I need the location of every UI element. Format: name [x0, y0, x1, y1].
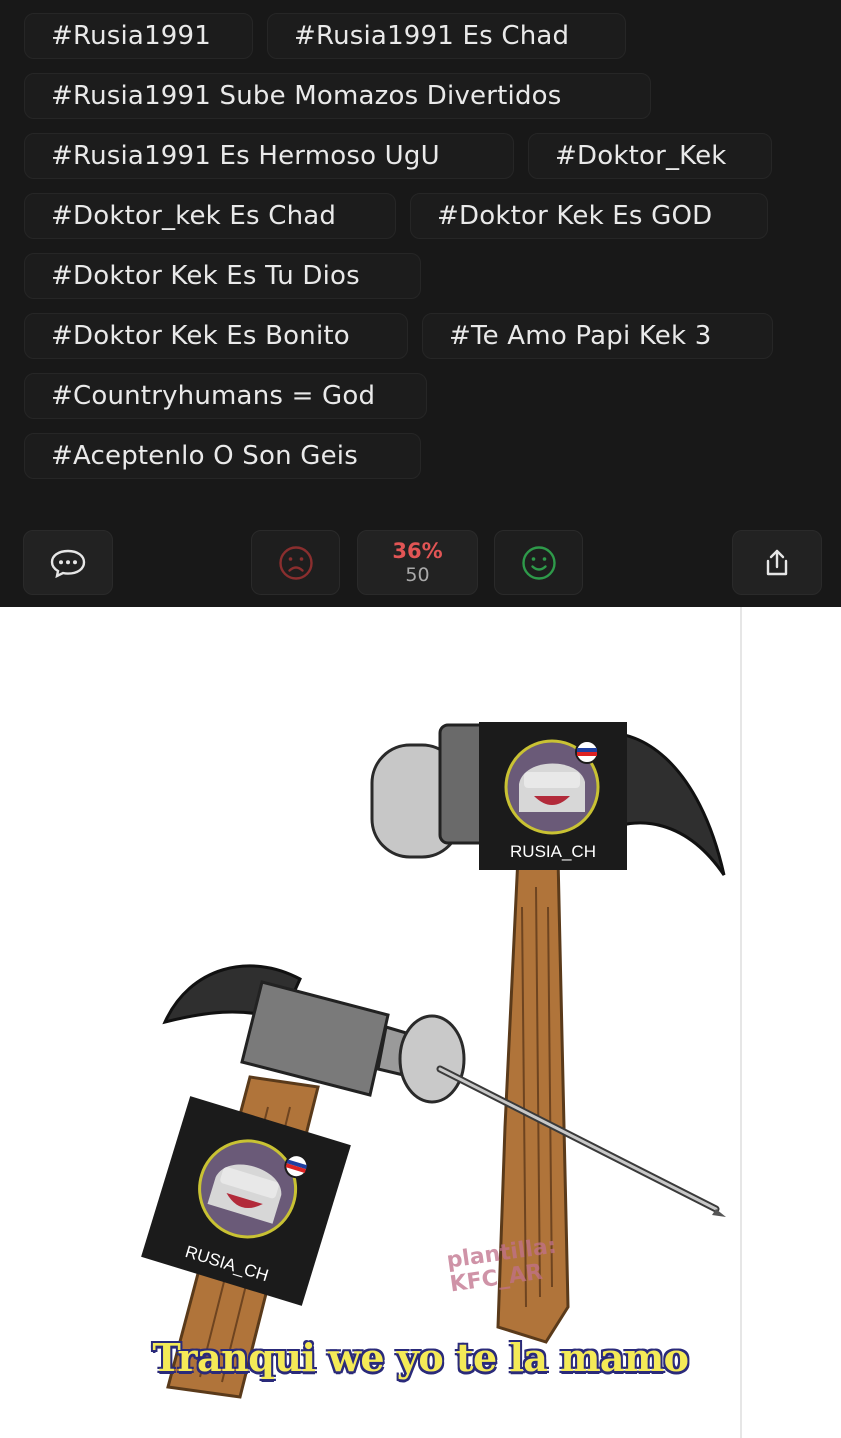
- tag-chip[interactable]: #Rusia1991 Es Hermoso UgU: [24, 133, 514, 179]
- post-tags-panel: #Rusia1991 #Rusia1991 Es Chad #Rusia1991…: [0, 0, 841, 607]
- tag-chip[interactable]: #Countryhumans = God: [24, 373, 427, 419]
- share-icon: [766, 549, 788, 575]
- hammer-illustration: [162, 723, 726, 1399]
- speech-bubble-icon: [50, 549, 86, 578]
- tag-chip[interactable]: #Doktor Kek Es Bonito: [24, 313, 408, 359]
- tag-chip[interactable]: #Doktor_Kek: [528, 133, 772, 179]
- score-percent: 36%: [392, 538, 443, 563]
- avatar: [504, 739, 600, 835]
- score-count: 50: [405, 563, 430, 586]
- user-stamp-top: RUSIA_CH: [479, 722, 627, 870]
- post-action-bar: 36% 50: [0, 506, 841, 607]
- tag-chip[interactable]: #Doktor Kek Es Tu Dios: [24, 253, 421, 299]
- tag-chip[interactable]: #Aceptenlo O Son Geis: [24, 433, 421, 479]
- tag-chip[interactable]: #Rusia1991 Es Chad: [267, 13, 626, 59]
- tag-chip[interactable]: #Rusia1991 Sube Momazos Divertidos: [24, 73, 651, 119]
- meme-caption: Tranqui we yo te la mamo: [152, 1335, 689, 1380]
- share-button[interactable]: [732, 530, 822, 595]
- comment-button[interactable]: [23, 530, 113, 595]
- like-button[interactable]: [494, 530, 583, 595]
- stamp-username: RUSIA_CH: [510, 842, 596, 861]
- dislike-button[interactable]: [251, 530, 340, 595]
- tag-chip[interactable]: #Rusia1991: [24, 13, 253, 59]
- tag-chip[interactable]: #Doktor_kek Es Chad: [24, 193, 396, 239]
- score-display: 36% 50: [357, 530, 478, 595]
- smile-icon: [521, 545, 556, 580]
- tag-chip[interactable]: #Doktor Kek Es GOD: [410, 193, 768, 239]
- meme-image[interactable]: plantilla: KFC_AR RUSIA_CH RUSIA_CH Tran…: [0, 607, 841, 1438]
- frown-icon: [278, 545, 313, 580]
- tag-chip[interactable]: #Te Amo Papi Kek 3: [422, 313, 773, 359]
